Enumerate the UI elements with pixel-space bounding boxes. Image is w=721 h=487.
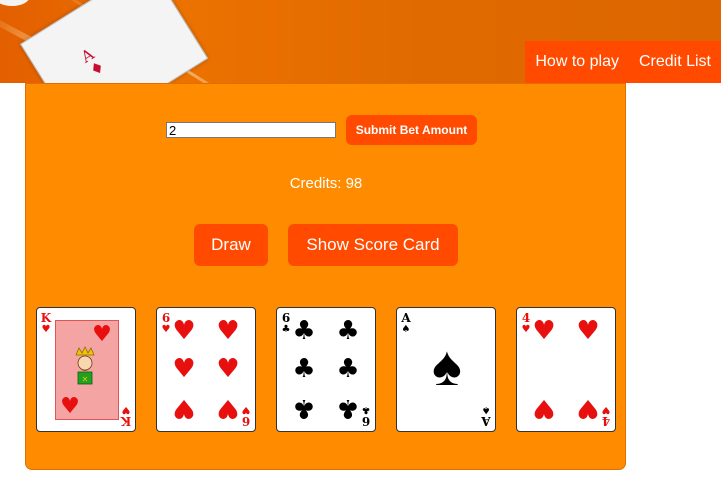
card-2[interactable]: 6 ♥ 6 ♥ ♥ ♥ ♥ ♥ ♥ ♥ (156, 307, 256, 432)
svg-text:✕: ✕ (82, 375, 89, 384)
club-pip-icon: ♣ (336, 393, 360, 423)
submit-bet-button[interactable]: Submit Bet Amount (346, 115, 477, 145)
king-face-panel: ♥ ♥ ✕ (55, 320, 119, 420)
logo-chip (0, 0, 30, 6)
draw-button[interactable]: Draw (194, 224, 268, 266)
heart-pip-icon: ♥ (172, 316, 196, 346)
card-4-index-bottom: A ♠ (481, 404, 491, 428)
nav-credit-list[interactable]: Credit List (629, 41, 721, 83)
club-pip-icon: ♣ (336, 354, 360, 384)
heart-pip-icon: ♥ (532, 393, 556, 423)
show-score-card-button[interactable]: Show Score Card (288, 224, 458, 266)
heart-pip-icon: ♥ (576, 393, 600, 423)
king-figure-icon: ♥ ♥ ✕ (60, 322, 112, 419)
svg-text:♥: ♥ (60, 394, 80, 419)
card-3[interactable]: 6 ♣ 6 ♣ ♣ ♣ ♣ ♣ ♣ ♣ (276, 307, 376, 432)
svg-text:♥: ♥ (92, 322, 112, 347)
heart-pip-icon: ♥ (216, 393, 240, 423)
credits-display: Credits: 98 (226, 175, 426, 192)
heart-pip-icon: ♥ (532, 316, 556, 346)
bet-amount-input[interactable] (166, 122, 336, 138)
card-1-index-bottom: K ♥ (120, 404, 132, 428)
game-panel: Submit Bet Amount Credits: 98 Draw Show … (25, 83, 626, 470)
top-nav: How to play Credit List (525, 41, 721, 83)
club-pip-icon: ♣ (336, 316, 360, 346)
card-4[interactable]: A ♠ A ♠ ♠ (396, 307, 496, 432)
card-1[interactable]: ♥ ♥ ✕ K ♥ K ♥ (36, 307, 136, 432)
credits-value: 98 (345, 175, 363, 192)
card-4-index-top: A ♠ (401, 311, 411, 335)
card-1-index-top: K ♥ (40, 311, 52, 335)
heart-pip-icon: ♥ (576, 316, 600, 346)
logo-card (20, 0, 209, 83)
spade-center-icon: ♠ (432, 334, 462, 397)
club-pip-icon: ♣ (292, 316, 316, 346)
site-header: A ♦ How to play Credit List (0, 0, 721, 83)
nav-how-to-play[interactable]: How to play (525, 41, 629, 83)
club-pip-icon: ♣ (292, 354, 316, 384)
heart-pip-icon: ♥ (172, 354, 196, 384)
heart-pip-icon: ♥ (216, 316, 240, 346)
club-pip-icon: ♣ (292, 393, 316, 423)
heart-pip-icon: ♥ (216, 354, 240, 384)
heart-pip-icon: ♥ (172, 393, 196, 423)
card-5[interactable]: 4 ♥ 4 ♥ ♥ ♥ ♥ ♥ (516, 307, 616, 432)
credits-label: Credits: (289, 175, 342, 192)
